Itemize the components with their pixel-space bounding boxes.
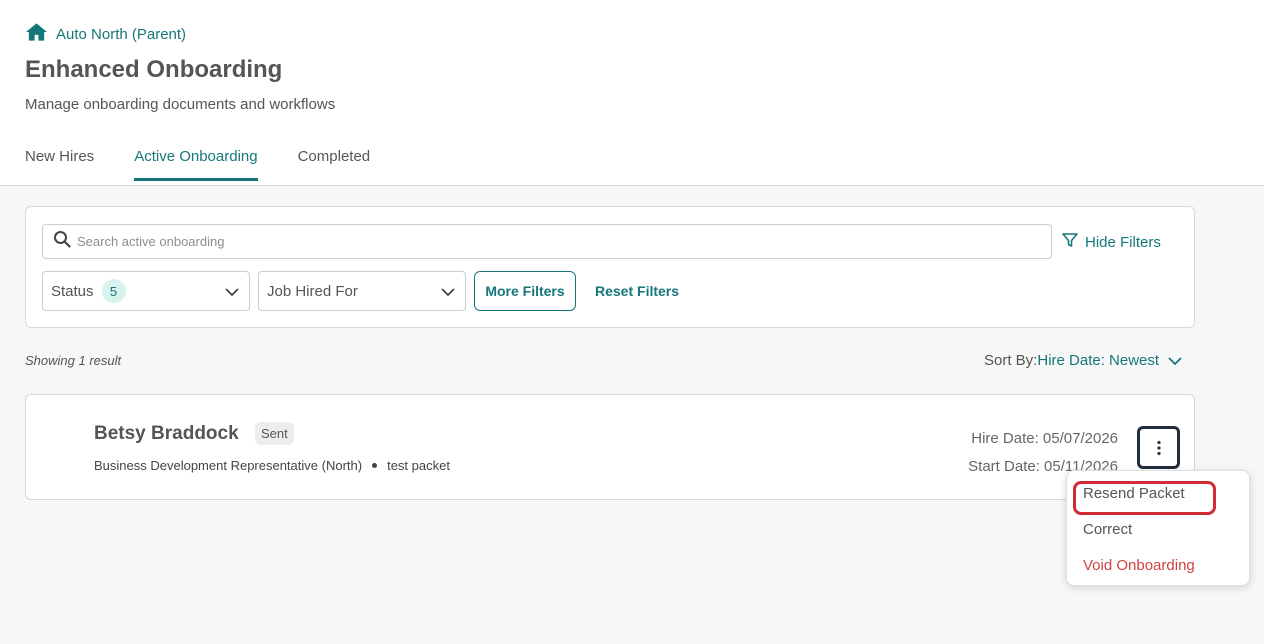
onboarding-record-card[interactable]: Betsy Braddock Sent Business Development… <box>25 394 1195 500</box>
hide-filters-label: Hide Filters <box>1085 233 1161 251</box>
result-count: Showing 1 result <box>25 353 122 368</box>
actions-menu: Resend Packet Correct Void Onboarding <box>1066 470 1250 586</box>
home-icon <box>25 22 48 46</box>
tab-new-hires[interactable]: New Hires <box>25 148 94 180</box>
search-icon <box>53 230 71 253</box>
more-actions-button[interactable] <box>1137 426 1180 469</box>
status-select[interactable]: Status 5 <box>42 271 250 311</box>
sort-value: Hire Date: Newest <box>1037 352 1160 369</box>
status-badge: Sent <box>255 422 294 445</box>
sort-dropdown[interactable]: Sort By: Hire Date: Newest <box>984 352 1183 369</box>
chevron-down-icon <box>1168 356 1182 365</box>
job-hired-for-select[interactable]: Job Hired For <box>258 271 466 311</box>
separator-dot <box>372 463 378 468</box>
status-select-label: Status <box>51 282 94 300</box>
record-meta: Business Development Representative (Nor… <box>94 458 450 473</box>
packet-name: test packet <box>387 458 450 473</box>
breadcrumb[interactable]: Auto North (Parent) <box>25 22 186 46</box>
tab-bar: New Hires Active Onboarding Completed <box>25 148 410 181</box>
chevron-down-icon <box>441 288 455 297</box>
more-filters-button[interactable]: More Filters <box>474 271 576 311</box>
kebab-menu-icon <box>1156 440 1161 455</box>
hide-filters-button[interactable]: Hide Filters <box>1061 231 1161 253</box>
menu-item-correct[interactable]: Correct <box>1083 521 1132 538</box>
page-title: Enhanced Onboarding <box>25 56 283 83</box>
page-subtitle: Manage onboarding documents and workflow… <box>25 96 336 113</box>
search-input[interactable] <box>77 234 977 249</box>
status-count-badge: 5 <box>101 279 126 303</box>
sort-label: Sort By: <box>984 352 1038 369</box>
tab-completed[interactable]: Completed <box>298 148 371 180</box>
menu-item-void-onboarding[interactable]: Void Onboarding <box>1083 557 1195 574</box>
job-select-label: Job Hired For <box>267 282 358 300</box>
chevron-down-icon <box>225 288 239 297</box>
reset-filters-button[interactable]: Reset Filters <box>595 283 679 299</box>
tab-active-onboarding[interactable]: Active Onboarding <box>134 148 259 181</box>
page-header: Auto North (Parent) Enhanced Onboarding … <box>0 0 1264 186</box>
job-title: Business Development Representative (Nor… <box>94 458 363 473</box>
hire-date: Hire Date: 05/07/2026 <box>971 430 1118 447</box>
filter-icon <box>1061 231 1079 253</box>
breadcrumb-label: Auto North (Parent) <box>56 25 187 43</box>
search-box[interactable] <box>42 224 1052 259</box>
person-name[interactable]: Betsy Braddock <box>94 423 239 445</box>
menu-item-resend-packet[interactable]: Resend Packet <box>1083 485 1185 502</box>
filter-panel: Hide Filters Status 5 Job Hired For More… <box>25 206 1195 328</box>
